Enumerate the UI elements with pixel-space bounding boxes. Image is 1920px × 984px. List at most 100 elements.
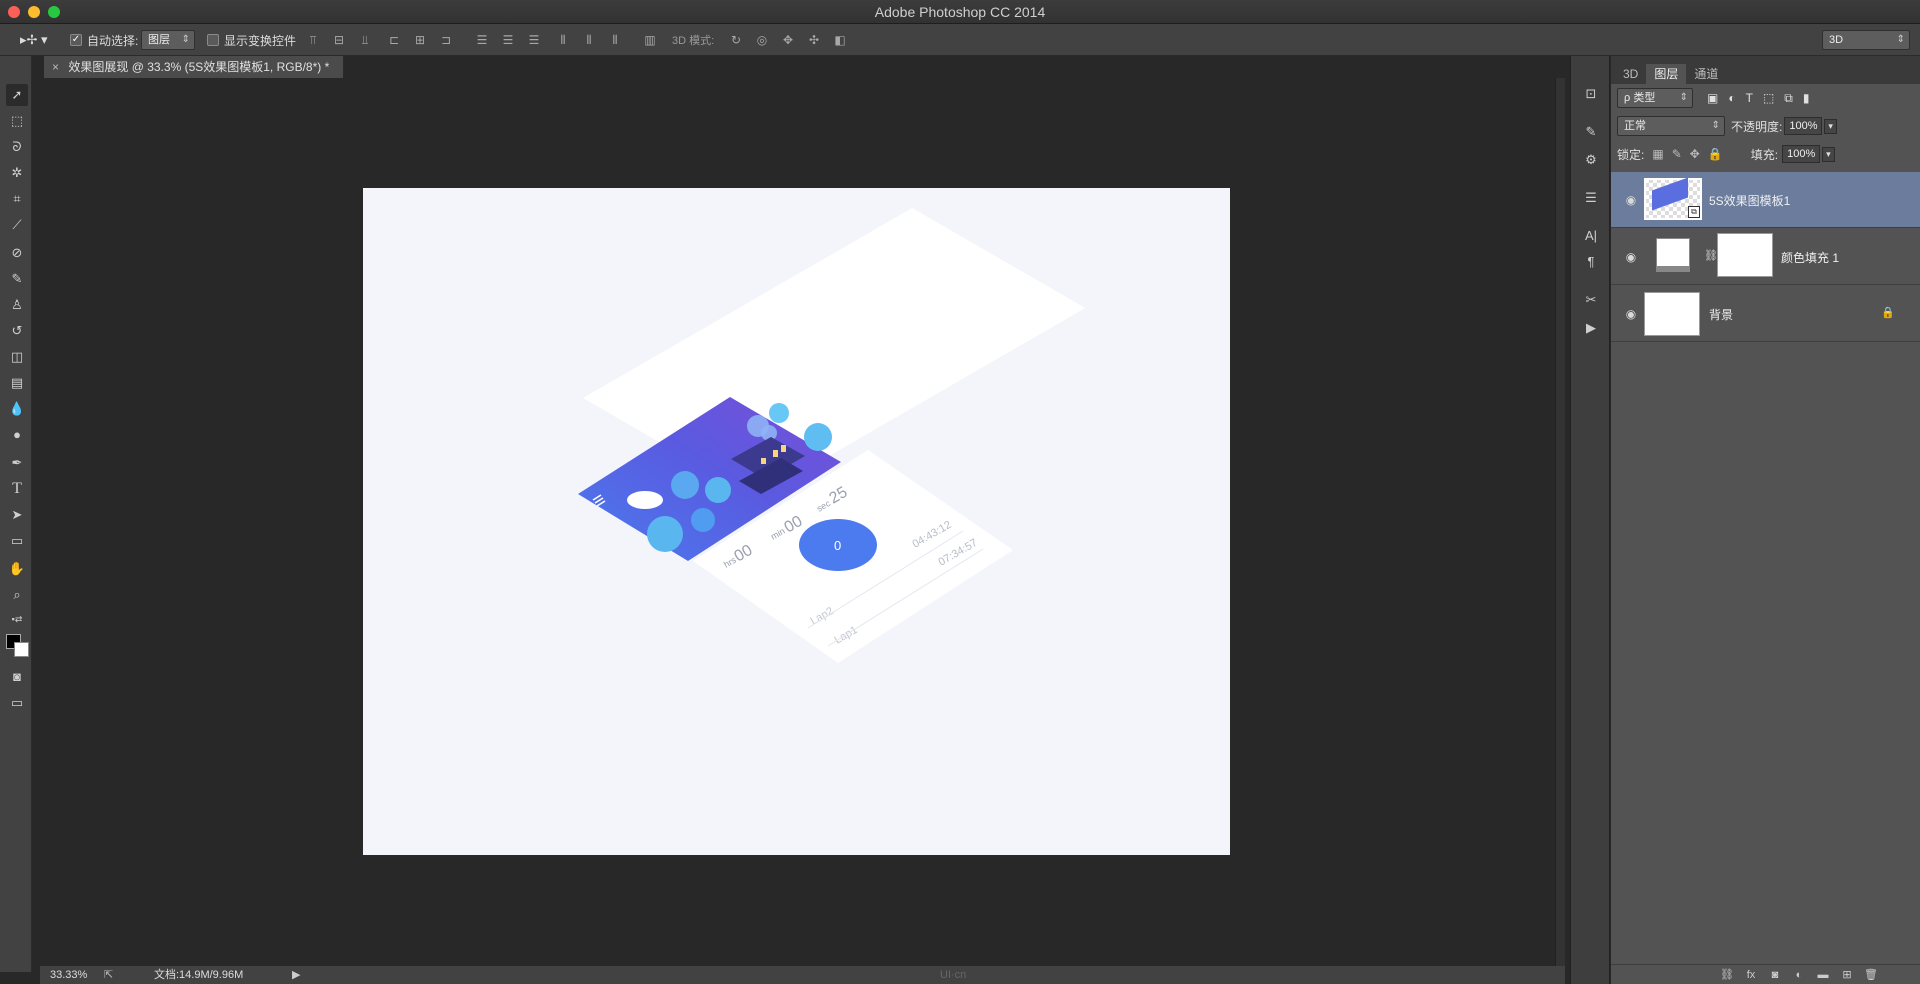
adjustments-panel-icon[interactable]: ⚙: [1581, 150, 1601, 170]
smart-filter-icon[interactable]: ⧉: [1784, 91, 1793, 106]
default-colors-icon[interactable]: ▪⇄: [6, 608, 28, 630]
tool-presets-icon[interactable]: ✂: [1581, 290, 1601, 310]
gradient-icon[interactable]: ▤: [6, 372, 28, 394]
history-brush-icon[interactable]: ↺: [6, 320, 28, 342]
visibility-eye-icon[interactable]: ◉: [1623, 249, 1639, 265]
workspace-dropdown[interactable]: 3D: [1822, 30, 1910, 50]
layer-style-icon[interactable]: fx: [1743, 967, 1759, 983]
type-filter-icon[interactable]: T: [1746, 91, 1753, 105]
layer-row-smart-object[interactable]: ◉ ⧉ 5S效果图模板1: [1611, 172, 1920, 228]
history-panel-icon[interactable]: ⊡: [1581, 84, 1601, 104]
layer-row-background[interactable]: ◉ 背景 🔒: [1611, 286, 1920, 342]
properties-panel-icon[interactable]: ☰: [1581, 188, 1601, 208]
tree-shape: [804, 423, 832, 451]
tab-channels[interactable]: 通道: [1686, 64, 1726, 84]
brush-tool-icon[interactable]: ✎: [6, 268, 28, 290]
auto-select-option[interactable]: ✓ 自动选择:: [70, 30, 138, 50]
lasso-tool-icon[interactable]: ᘐ: [6, 136, 28, 158]
lock-transparent-icon[interactable]: ▦: [1652, 147, 1663, 161]
tab-3d[interactable]: 3D: [1615, 64, 1646, 84]
adjustment-filter-icon[interactable]: ◐: [1728, 91, 1735, 105]
new-group-icon[interactable]: ▬: [1815, 967, 1831, 983]
layer-name: 背景: [1709, 308, 1734, 322]
brush-panel-icon[interactable]: ✎: [1581, 122, 1601, 142]
blend-mode-dropdown[interactable]: 正常: [1617, 116, 1725, 136]
eraser-icon[interactable]: ◫: [6, 346, 28, 368]
marquee-tool-icon[interactable]: ⬚: [6, 110, 28, 132]
dodge-tool-icon[interactable]: ●: [6, 424, 28, 446]
opacity-slider-arrow-icon[interactable]: ▾: [1824, 118, 1837, 134]
slide-3d-icon[interactable]: ✣: [806, 32, 822, 48]
shape-filter-icon[interactable]: ⬚: [1763, 91, 1774, 105]
align-bottom-icon[interactable]: ⫫: [357, 32, 373, 48]
link-layers-icon[interactable]: ⛓: [1719, 967, 1735, 983]
new-adjustment-icon[interactable]: ◐: [1791, 967, 1807, 983]
align-top-icon[interactable]: ⫪: [305, 32, 321, 48]
roll-3d-icon[interactable]: ◎: [754, 32, 770, 48]
type-tool-icon[interactable]: T: [6, 478, 28, 500]
hand-tool-icon[interactable]: ✋: [6, 558, 28, 580]
document-tab[interactable]: × 效果图展现 @ 33.3% (5S效果图模板1, RGB/8*) *: [44, 56, 344, 78]
clone-stamp-icon[interactable]: ♙: [6, 294, 28, 316]
pen-tool-icon[interactable]: ✒: [6, 452, 28, 474]
move-tool-icon[interactable]: ➚: [6, 84, 28, 106]
artboard[interactable]: hrs 00 min 00 sec 25 0 Lap2 Lap1 04:43:1…: [363, 188, 1230, 855]
opacity-input[interactable]: 100%: [1784, 117, 1823, 135]
layer-row-color-fill[interactable]: ◉ ⛓ 颜色填充 1: [1611, 229, 1920, 285]
show-transform-checkbox[interactable]: [207, 34, 219, 46]
distribute-right-icon[interactable]: ⫴: [607, 32, 623, 48]
distribute-vcenter-icon[interactable]: ☰: [500, 32, 516, 48]
new-layer-icon[interactable]: ⊞: [1839, 967, 1855, 983]
zoom-level[interactable]: 33.33%: [50, 966, 87, 984]
auto-select-checkbox[interactable]: ✓: [70, 34, 82, 46]
crop-tool-icon[interactable]: ⌗: [6, 188, 28, 210]
distribute-top-icon[interactable]: ☰: [474, 32, 490, 48]
character-panel-icon[interactable]: A|: [1581, 226, 1601, 246]
drag-3d-icon[interactable]: ✥: [780, 32, 796, 48]
background-color-swatch[interactable]: [14, 642, 29, 657]
align-hcenter-icon[interactable]: ⊞: [412, 32, 428, 48]
mask-link-icon[interactable]: ⛓: [1704, 249, 1718, 262]
align-left-icon[interactable]: ⊏: [386, 32, 402, 48]
tab-layers[interactable]: 图层: [1646, 64, 1687, 84]
scale-3d-icon[interactable]: ◧: [832, 32, 848, 48]
fill-input[interactable]: 100%: [1782, 145, 1821, 163]
magic-wand-icon[interactable]: ✲: [6, 162, 28, 184]
align-vcenter-icon[interactable]: ⊟: [331, 32, 347, 48]
visibility-eye-icon[interactable]: ◉: [1623, 306, 1639, 322]
pixel-filter-icon[interactable]: ▣: [1707, 91, 1718, 105]
shape-tool-icon[interactable]: ▭: [6, 530, 28, 552]
distribute-bottom-icon[interactable]: ☰: [526, 32, 542, 48]
document-size: 文档:14.9M/9.96M: [154, 969, 244, 981]
move-tool-preset[interactable]: ▸✢ ▾: [20, 30, 48, 50]
quick-mask-icon[interactable]: ◙: [6, 666, 28, 688]
healing-brush-icon[interactable]: ⊘: [6, 242, 28, 264]
close-document-icon[interactable]: ×: [52, 60, 59, 74]
rotate-3d-icon[interactable]: ↻: [728, 32, 744, 48]
path-select-icon[interactable]: ➤: [6, 504, 28, 526]
status-menu-arrow-icon[interactable]: ▶: [292, 966, 300, 984]
lock-pixels-icon[interactable]: ✎: [1672, 147, 1682, 161]
blur-tool-icon[interactable]: 💧: [6, 398, 28, 420]
delete-layer-icon[interactable]: 🗑: [1863, 967, 1879, 983]
vertical-scrollbar[interactable]: [1555, 78, 1565, 968]
auto-select-dropdown[interactable]: 图层: [141, 30, 195, 50]
auto-align-icon[interactable]: ▥: [642, 32, 658, 48]
visibility-eye-icon[interactable]: ◉: [1623, 192, 1639, 208]
lock-all-icon[interactable]: 🔒: [1708, 147, 1723, 161]
show-transform-option[interactable]: 显示变换控件: [207, 30, 296, 50]
layer-filter-dropdown[interactable]: ρ 类型: [1617, 88, 1693, 108]
lock-position-icon[interactable]: ✥: [1690, 147, 1700, 161]
screen-mode-icon[interactable]: ▭: [6, 692, 28, 714]
align-right-icon[interactable]: ⊐: [438, 32, 454, 48]
zoom-tool-icon[interactable]: ⌕: [6, 584, 28, 606]
fill-slider-arrow-icon[interactable]: ▾: [1822, 146, 1835, 162]
eyedropper-icon[interactable]: ⟋: [6, 214, 28, 236]
export-icon[interactable]: ⇱: [104, 966, 113, 984]
add-mask-icon[interactable]: ◙: [1767, 967, 1783, 983]
paragraph-panel-icon[interactable]: ¶: [1581, 252, 1601, 272]
actions-play-icon[interactable]: ▶: [1581, 318, 1601, 338]
filter-toggle-icon[interactable]: ▮: [1803, 91, 1810, 105]
distribute-hcenter-icon[interactable]: ⫴: [581, 32, 597, 48]
distribute-left-icon[interactable]: ⫴: [555, 32, 571, 48]
